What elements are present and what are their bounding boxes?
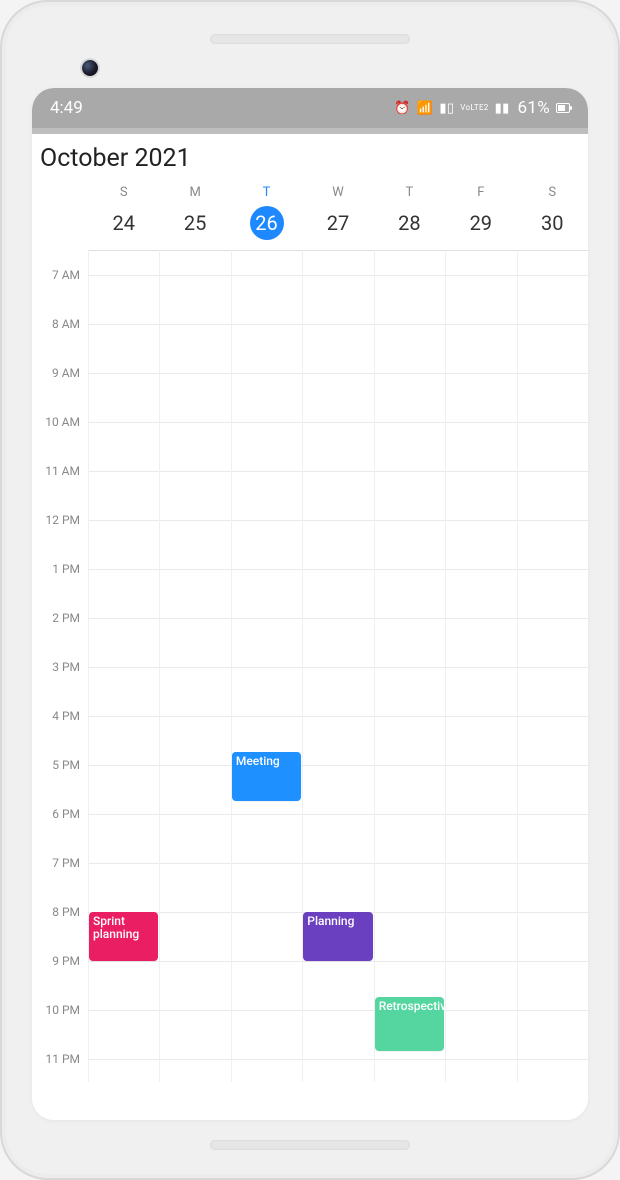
time-grid[interactable]: 7 AM 8 AM 9 AM 10 AM 11 AM 12 PM 1 PM 2 PM 3 PM 4… [32,250,588,1082]
hour-label: 10 PM [45,1003,80,1017]
day-number[interactable]: 26 [250,206,284,240]
signal2-icon: ▮▮ [495,101,510,116]
week-header: S 24 M 25 T 26 W 27 T 28 F 29 S 30 [32,185,588,240]
day-letter: S [517,185,588,200]
hour-label: 7 AM [52,268,80,282]
phone-camera [82,60,98,76]
hour-label: 6 PM [52,807,80,821]
status-right: ⏰ 📶 ▮▯ VoLTE2 ▮▮ 61% [394,98,570,118]
day-column[interactable]: T 28 [374,185,445,240]
day-column[interactable]: S 24 [88,185,159,240]
wifi-icon: 📶 [417,101,434,116]
phone-screen: 4:49 ⏰ 📶 ▮▯ VoLTE2 ▮▮ 61% October 2021 S… [32,88,588,1120]
day-number[interactable]: 29 [464,206,498,240]
status-time: 4:49 [50,98,83,118]
battery-icon [556,103,570,113]
day-column[interactable]: W 27 [302,185,373,240]
day-number[interactable]: 30 [535,206,569,240]
day-number[interactable]: 24 [107,206,141,240]
hour-label: 5 PM [52,758,80,772]
day-column[interactable]: T 26 [231,185,302,240]
day-letter: S [88,185,159,200]
phone-speaker-bottom [210,1140,410,1150]
calendar-app: October 2021 S 24 M 25 T 26 W 27 T 28 F 29 S 30 7 AM 8… [32,134,588,1120]
hour-label: 1 PM [52,562,80,576]
hour-label: 4 PM [52,709,80,723]
day-number[interactable]: 27 [321,206,355,240]
calendar-event[interactable]: Planning [303,912,372,961]
phone-speaker-top [210,34,410,44]
grid-surface[interactable]: Meeting Sprint planning PlanningRetrospect… [88,250,588,1082]
day-letter: F [445,185,516,200]
hour-label: 8 PM [52,905,80,919]
hour-label: 11 PM [45,1052,80,1066]
day-number[interactable]: 28 [392,206,426,240]
hour-label: 10 AM [45,415,80,429]
hour-label: 2 PM [52,611,80,625]
hour-label: 9 AM [52,366,80,380]
hour-label: 7 PM [52,856,80,870]
day-number[interactable]: 25 [178,206,212,240]
event-start-dot [232,752,237,757]
hour-label: 8 AM [52,317,80,331]
network-label: VoLTE2 [460,104,488,112]
day-column[interactable]: F 29 [445,185,516,240]
day-letter: T [231,185,302,200]
alarm-icon: ⏰ [394,101,411,116]
phone-frame: 4:49 ⏰ 📶 ▮▯ VoLTE2 ▮▮ 61% October 2021 S… [0,0,620,1180]
hour-label: 3 PM [52,660,80,674]
day-letter: W [302,185,373,200]
hour-label: 12 PM [45,513,80,527]
hour-label: 11 AM [45,464,80,478]
calendar-event[interactable]: Retrospective [375,997,444,1051]
hour-label: 9 PM [52,954,80,968]
calendar-event[interactable]: Sprint planning [89,912,158,961]
status-bar: 4:49 ⏰ 📶 ▮▯ VoLTE2 ▮▮ 61% [32,88,588,128]
battery-percent: 61% [518,98,550,118]
signal-icon: ▮▯ [439,101,454,116]
day-letter: M [159,185,230,200]
month-title[interactable]: October 2021 [32,134,588,185]
day-column[interactable]: S 30 [517,185,588,240]
calendar-event[interactable]: Meeting [232,752,301,801]
day-column[interactable]: M 25 [159,185,230,240]
day-letter: T [374,185,445,200]
